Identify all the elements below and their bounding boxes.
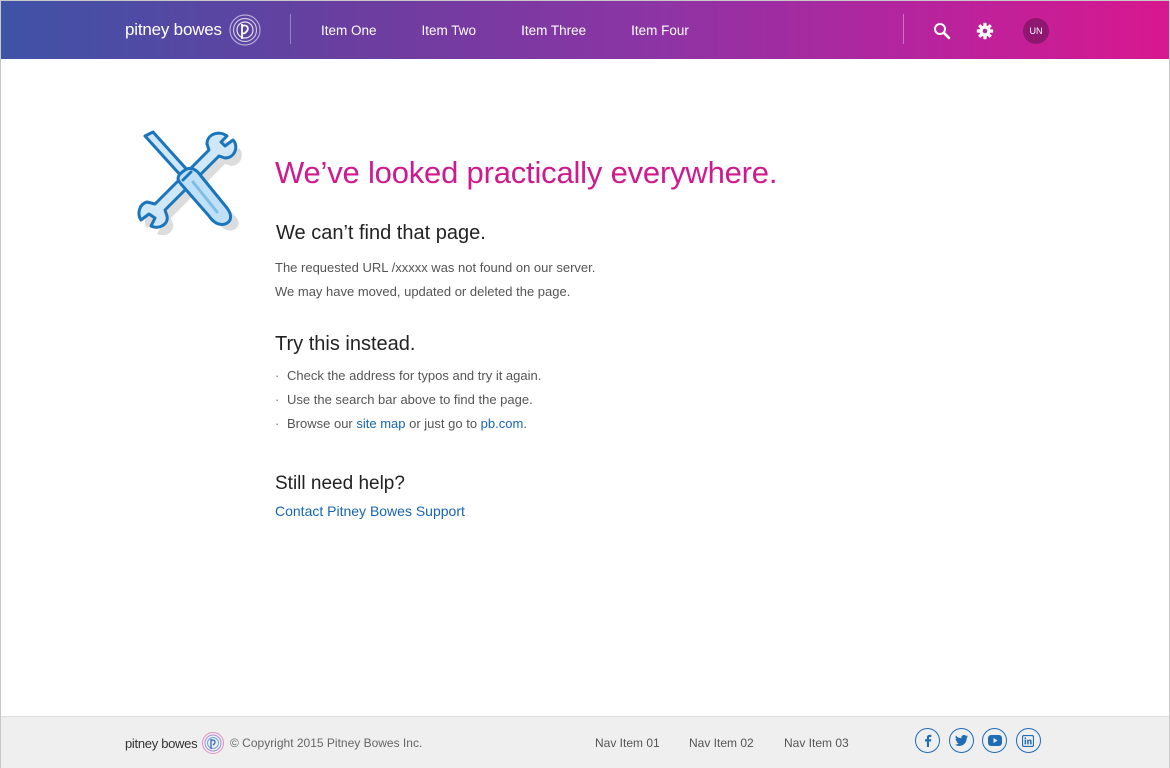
nav-item-three[interactable]: Item Three [521,23,586,38]
top-header: pitney bowes Item One Item Two Item Thre… [1,1,1169,59]
footer-brand-logo[interactable]: pitney bowes [125,731,225,755]
list-item: · Use the search bar above to find the pa… [275,392,533,407]
suggestion-text: Use the search bar above to find the pag… [287,392,533,407]
social-links [915,728,1049,753]
page-footer: pitney bowes © Copyright 2015 Pitney Bow… [1,716,1169,768]
try-instead-heading: Try this instead. [275,333,416,355]
brand-name: pitney bowes [125,20,222,39]
header-divider [290,14,291,44]
twitter-icon[interactable] [948,728,974,753]
list-item: · Browse our site map or just go to pb.co… [275,416,527,431]
suggestion-list: · Check the address for typos and try it … [275,368,541,440]
page-headline: We’ve looked practically everywhere. [275,155,778,190]
not-found-line-2: We may have moved, updated or deleted th… [275,284,571,299]
pb-com-link[interactable]: pb.com [481,416,524,431]
site-map-link[interactable]: site map [356,416,405,431]
brand-logo[interactable]: pitney bowes [125,13,262,47]
footer-brand-name: pitney bowes [125,735,198,751]
footer-nav-item-02[interactable]: Nav Item 02 [689,736,754,750]
list-item: · Check the address for typos and try it … [275,368,542,383]
youtube-icon[interactable] [982,728,1007,753]
wrench-screwdriver-icon [137,130,242,235]
suggestion-text: Check the address for typos and try it a… [287,368,542,383]
search-icon[interactable] [931,20,953,42]
brand-mark-icon [202,732,225,754]
linkedin-icon[interactable] [1015,728,1041,753]
help-heading: Still need help? [275,473,405,494]
copyright-text: © Copyright 2015 Pitney Bowes Inc. [230,736,423,750]
user-avatar[interactable]: UN [1023,18,1049,44]
brand-mark-icon [229,14,261,46]
main-nav: Item One Item Two Item Three Item Four [321,1,734,59]
page-frame [0,0,1170,768]
not-found-line-1: The requested URL /xxxxx was not found o… [275,260,596,275]
header-divider [903,14,904,44]
not-found-heading: We can’t find that page. [276,222,486,244]
footer-nav-item-03[interactable]: Nav Item 03 [784,736,849,750]
header-actions: UN [931,18,1049,44]
suggestion-text: . [523,416,527,431]
nav-item-four[interactable]: Item Four [631,23,689,38]
facebook-icon[interactable] [915,728,940,753]
suggestion-text: Browse our [287,416,357,431]
contact-support-link[interactable]: Contact Pitney Bowes Support [275,503,465,519]
footer-nav-item-01[interactable]: Nav Item 01 [595,736,660,750]
nav-item-two[interactable]: Item Two [422,23,477,38]
suggestion-text: or just go to [405,416,481,431]
nav-item-one[interactable]: Item One [321,23,377,38]
gear-icon[interactable] [974,20,996,42]
